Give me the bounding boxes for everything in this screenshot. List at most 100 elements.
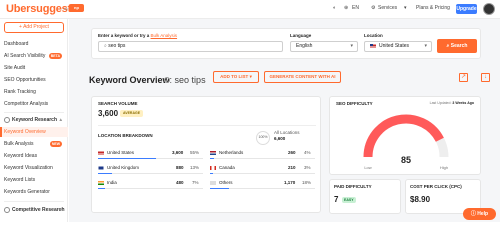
sidebar-item-keyword-overview[interactable]: Keyword Overview	[0, 127, 68, 137]
sidebar-item-label: Bulk Analysis	[4, 141, 34, 147]
search-volume-value: 3,600	[98, 109, 119, 118]
dark-mode-icon[interactable]: ◐	[333, 5, 336, 11]
chevron-up-icon: ▴	[59, 117, 62, 123]
country-row-india: India 480 7%	[98, 179, 203, 190]
services-chevron-icon: ▾	[404, 5, 407, 11]
help-button[interactable]: ⓘ Help	[463, 208, 496, 220]
all-locations-value: 6,600	[274, 136, 286, 141]
us-flag-icon	[98, 150, 104, 155]
search-volume-title: SEARCH VOLUME	[98, 101, 138, 106]
new-badge: NEW	[49, 141, 62, 147]
card-divider	[98, 125, 316, 126]
sidebar: + Add Project Dashboard AI Search Visibi…	[0, 19, 68, 222]
keyword-research-icon	[4, 117, 10, 123]
location-select-value: United States	[379, 43, 410, 49]
location-select[interactable]: United States ▾	[364, 41, 432, 52]
sidebar-item-label: Competitor Analysis	[4, 101, 49, 107]
section-title: Keyword Research	[12, 117, 58, 123]
country-name: Others	[219, 180, 233, 185]
sidebar-item-label: Rank Tracking	[4, 89, 36, 95]
language-select[interactable]: English ▾	[290, 41, 358, 52]
country-percent: 55%	[190, 150, 200, 155]
chevron-down-icon: ▾	[424, 43, 427, 49]
sidebar-item-label: Dashboard	[4, 41, 29, 47]
sidebar-item-label: Keyword Overview	[4, 129, 46, 135]
add-project-button[interactable]: + Add Project	[4, 22, 64, 33]
india-flag-icon	[98, 180, 104, 185]
sidebar-item-label: Site Audit	[4, 65, 26, 71]
language-select-value: English	[296, 43, 313, 49]
average-badge: AVERAGE	[120, 110, 144, 117]
sidebar-section-competitive-research[interactable]: Competitive Research ▾	[0, 205, 68, 215]
add-to-list-button[interactable]: ADD TO LIST ▾	[213, 71, 259, 83]
sidebar-item-bulk-analysis[interactable]: Bulk Analysis NEW	[0, 139, 68, 149]
share-icon[interactable]: ↗	[459, 73, 468, 82]
upgrade-button[interactable]: Upgrade	[456, 4, 477, 14]
download-icon[interactable]: ↓	[481, 73, 490, 82]
sidebar-divider	[4, 112, 64, 113]
search-button-label: Search	[450, 43, 468, 49]
sidebar-item-label: Keyword Visualization	[4, 165, 53, 171]
add-to-list-label: ADD TO LIST	[220, 74, 249, 79]
plans-pricing-link[interactable]: Plans & Pricing	[416, 5, 450, 11]
country-name: Canada	[219, 165, 235, 170]
chevron-down-icon: ▾	[350, 43, 353, 49]
sidebar-item-dashboard[interactable]: Dashboard	[0, 39, 68, 49]
globe-icon[interactable]: ⊕	[344, 5, 348, 11]
keyword-input[interactable]: ⌕ seo tips	[98, 41, 283, 52]
country-row-canada: Canada 210 3%	[210, 164, 315, 175]
keyword-label: Enter a keyword or try a Bulk Analysis	[98, 33, 178, 38]
language-selector[interactable]: EN	[352, 5, 359, 11]
location-coverage-ring: 100%	[256, 131, 270, 145]
sidebar-item-label: Keyword Ideas	[4, 153, 38, 159]
partner-logo: np	[69, 4, 84, 12]
paid-difficulty-title: PAID DIFFICULTY	[334, 184, 372, 189]
country-volume: 1,170	[284, 180, 296, 185]
chevron-down-icon: ▾	[59, 207, 62, 213]
sidebar-item-ai-search-visibility[interactable]: AI Search Visibility BETA	[0, 51, 68, 61]
search-button[interactable]: ⌕ Search	[437, 39, 477, 53]
sidebar-item-competitor-analysis[interactable]: Competitor Analysis	[0, 99, 68, 109]
section-title: Competitive Research	[12, 207, 65, 213]
sidebar-item-rank-tracking[interactable]: Rank Tracking	[0, 87, 68, 97]
sidebar-item-keywords-generator[interactable]: Keywords Generator	[0, 187, 68, 197]
country-row-united-states: United States 3,600 55%	[98, 149, 203, 160]
sidebar-item-seo-opportunities[interactable]: SEO Opportunities	[0, 75, 68, 85]
country-volume: 480	[176, 180, 184, 185]
search-volume-card: SEARCH VOLUME 3,600 AVERAGE LOCATION BRE…	[91, 96, 321, 213]
country-percent: 4%	[304, 150, 311, 155]
all-locations: All Locations 6,600	[274, 130, 300, 142]
services-menu[interactable]: Services	[378, 5, 397, 11]
beta-badge: BETA	[48, 53, 62, 59]
gauge-high-label: High	[440, 165, 448, 170]
main-content: Enter a keyword or try a Bulk Analysis ⌕…	[69, 19, 500, 222]
sidebar-item-keyword-visualization[interactable]: Keyword Visualization	[0, 163, 68, 173]
sidebar-item-keyword-ideas[interactable]: Keyword Ideas	[0, 151, 68, 161]
bulk-analysis-link[interactable]: Bulk Analysis	[151, 33, 178, 38]
avatar[interactable]	[483, 3, 495, 15]
keyword-input-value: seo tips	[108, 43, 126, 49]
seo-difficulty-score: 85	[401, 155, 411, 165]
country-name: India	[107, 180, 117, 185]
country-percent: 18%	[302, 180, 312, 185]
gauge-fill	[363, 114, 444, 158]
country-volume: 260	[288, 150, 296, 155]
country-volume: 210	[288, 165, 296, 170]
search-panel: Enter a keyword or try a Bulk Analysis ⌕…	[91, 28, 481, 59]
generate-content-button[interactable]: GENERATE CONTENT WITH AI	[264, 71, 341, 83]
sidebar-section-keyword-research[interactable]: Keyword Research ▴	[0, 115, 68, 125]
cpc-value: $8.90	[410, 195, 431, 204]
sidebar-item-keyword-lists[interactable]: Keyword Lists	[0, 175, 68, 185]
page-title-keyword: : seo tips	[169, 75, 206, 85]
country-name: Netherlands	[219, 150, 244, 155]
sidebar-item-site-audit[interactable]: Site Audit	[0, 63, 68, 73]
country-name: United Kingdom	[107, 165, 140, 170]
app-logo[interactable]: Ubersuggest	[6, 3, 71, 15]
canada-flag-icon	[210, 165, 216, 170]
info-icon[interactable]: i	[164, 77, 170, 83]
services-gear-icon[interactable]: ⚙	[371, 5, 375, 11]
sidebar-item-label: Keyword Lists	[4, 177, 36, 183]
paid-difficulty-card: PAID DIFFICULTY 7 EASY	[329, 179, 401, 214]
chevron-down-icon: ▾	[249, 74, 252, 79]
uk-flag-icon	[98, 165, 104, 170]
